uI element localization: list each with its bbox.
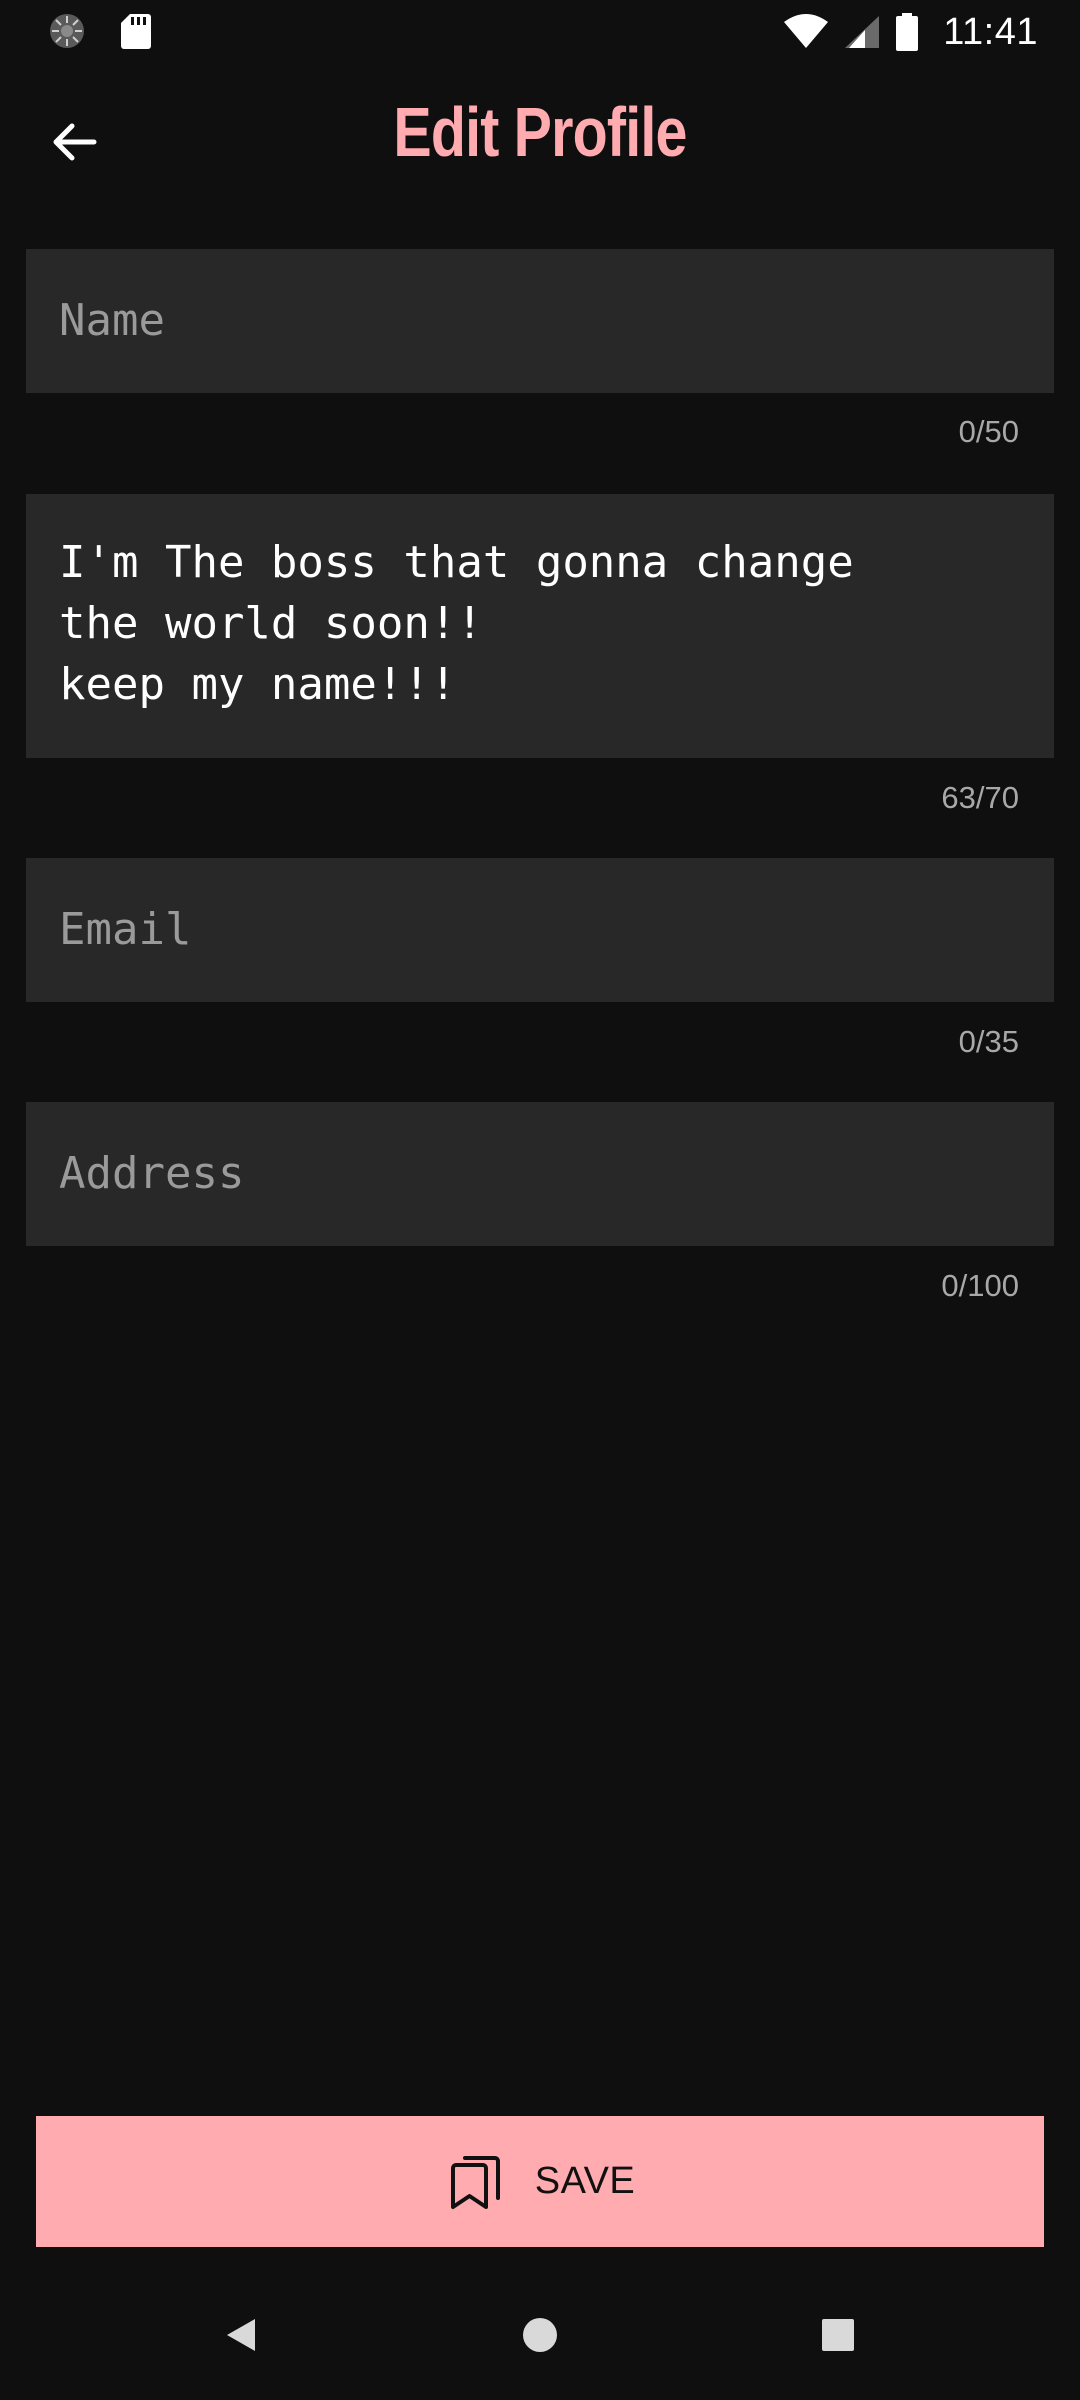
status-bar-right: 11:41 bbox=[783, 8, 1038, 56]
arrow-left-icon bbox=[53, 123, 97, 161]
battery-icon bbox=[896, 13, 919, 51]
save-button[interactable]: SAVE bbox=[36, 2116, 1044, 2247]
bookmarks-icon bbox=[450, 2155, 500, 2209]
bio-char-counter: 63/70 bbox=[941, 780, 1019, 815]
status-bar-time: 11:41 bbox=[943, 10, 1038, 53]
email-input[interactable]: Email bbox=[26, 858, 1054, 1002]
bio-input[interactable]: I'm The boss that gonna change the world… bbox=[26, 494, 1054, 758]
address-placeholder: Address bbox=[59, 1148, 245, 1199]
nav-home-icon bbox=[523, 2318, 557, 2352]
name-input[interactable]: Name bbox=[26, 249, 1054, 393]
cell-signal-icon bbox=[845, 16, 880, 48]
nav-recents-icon bbox=[822, 2319, 854, 2351]
nav-recents-button[interactable] bbox=[803, 2300, 873, 2370]
wifi-icon bbox=[784, 14, 829, 48]
email-char-counter: 0/35 bbox=[958, 1024, 1019, 1059]
address-input[interactable]: Address bbox=[26, 1102, 1054, 1246]
address-char-counter: 0/100 bbox=[941, 1268, 1019, 1303]
page-title: Edit Profile bbox=[393, 93, 687, 171]
status-bar: 11:41 bbox=[0, 0, 1080, 64]
status-bar-left bbox=[48, 12, 152, 50]
sd-card-icon bbox=[121, 14, 151, 49]
name-placeholder: Name bbox=[59, 295, 165, 346]
name-char-counter: 0/50 bbox=[958, 414, 1019, 449]
save-button-label: SAVE bbox=[534, 2160, 636, 2202]
sync-status-icon bbox=[50, 14, 84, 48]
app-bar: Edit Profile bbox=[0, 64, 1080, 208]
nav-back-button[interactable] bbox=[206, 2300, 276, 2370]
nav-home-button[interactable] bbox=[505, 2300, 575, 2370]
email-placeholder: Email bbox=[59, 904, 192, 955]
nav-back-icon bbox=[227, 2319, 255, 2351]
system-nav-bar bbox=[0, 2270, 1080, 2400]
